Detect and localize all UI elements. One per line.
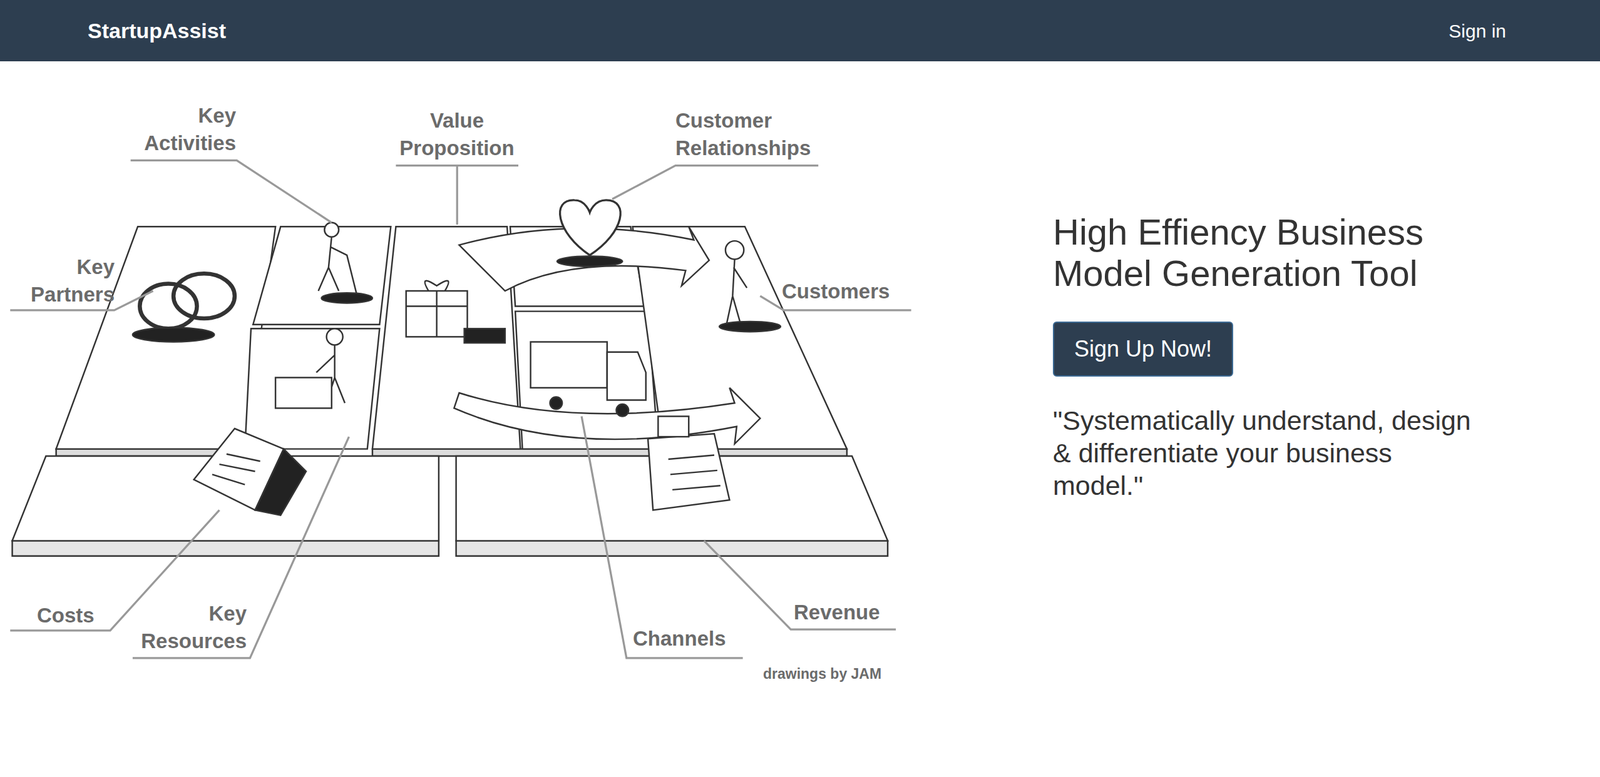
sign-up-button[interactable]: Sign Up Now! xyxy=(1052,321,1234,377)
canvas-illustration-icon xyxy=(0,92,919,695)
revenue-label: Revenue xyxy=(793,599,881,627)
business-model-canvas: Key Activities Value Proposition Custome… xyxy=(0,92,919,695)
drawing-credit: drawings by JAM xyxy=(763,663,882,686)
customers-label: Customers xyxy=(781,277,890,306)
key-partners-label: Key Partners xyxy=(30,253,115,309)
key-resources-label: Key Resources xyxy=(140,600,247,656)
costs-label: Costs xyxy=(36,602,95,630)
navbar: StartupAssist Sign in xyxy=(0,0,1600,62)
sign-in-link[interactable]: Sign in xyxy=(1448,16,1507,46)
hero-quote: "Systematically understand, design & dif… xyxy=(1052,404,1479,503)
main: Key Activities Value Proposition Custome… xyxy=(0,61,1600,695)
hero: High Effiency Business Model Generation … xyxy=(1052,211,1492,503)
channels-label: Channels xyxy=(632,625,727,653)
customer-relationships-label: Customer Relationships xyxy=(675,107,811,163)
logo[interactable]: StartupAssist xyxy=(87,15,226,47)
hero-title: High Effiency Business Model Generation … xyxy=(1052,211,1492,295)
value-proposition-label: Value Proposition xyxy=(399,107,514,163)
key-activities-label: Key Activities xyxy=(143,102,236,158)
